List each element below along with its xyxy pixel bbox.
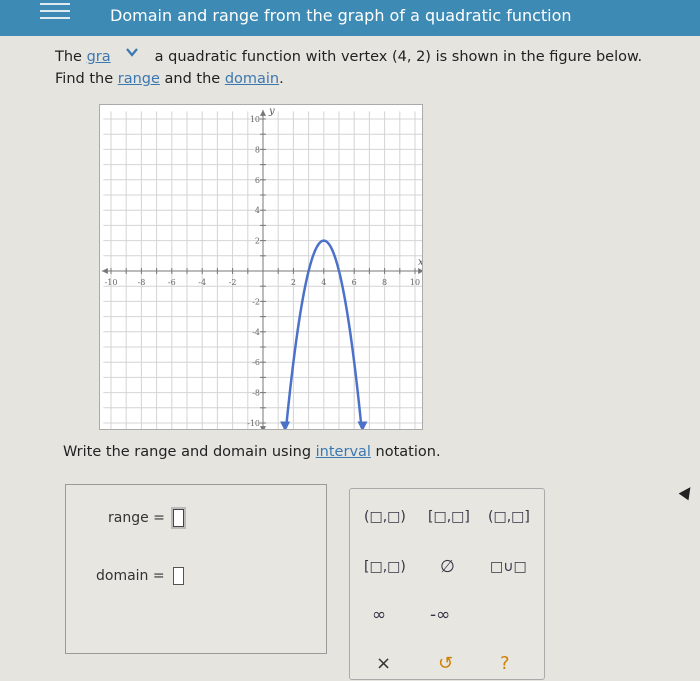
domain-input[interactable]	[173, 567, 185, 585]
key-union[interactable]: □∪□	[490, 559, 527, 575]
y-axis-label: y	[268, 106, 275, 117]
key-infinity[interactable]: ∞	[372, 605, 386, 625]
range-link[interactable]: range	[118, 71, 160, 87]
x-tick-label: 2	[291, 278, 296, 287]
key-empty-set[interactable]: ∅	[440, 557, 455, 577]
y-tick-label: -2	[252, 297, 260, 306]
chevron-down-icon	[126, 48, 138, 57]
key-closed-closed[interactable]: [□,□]	[428, 509, 470, 525]
instruction-post: notation.	[370, 444, 441, 460]
x-axis-arrow-left	[101, 268, 108, 274]
collapse-toggle[interactable]	[112, 44, 152, 66]
interval-link[interactable]: interval	[316, 444, 371, 460]
graph-panel: -10 -8 -6 -4 -2 2 4 6 8 10 10 8 6 4 2 -2 -4 -6 -8 -10 x y	[99, 104, 423, 430]
key-open-closed[interactable]: (□,□]	[488, 509, 530, 525]
domain-label: domain =	[96, 568, 165, 584]
y-tick-label: -8	[252, 389, 260, 398]
x-tick-label: 6	[352, 278, 357, 287]
y-tick-label: -4	[252, 328, 260, 337]
y-tick-label: 10	[250, 115, 260, 124]
y-tick-label: -10	[247, 419, 260, 428]
page-title: Domain and range from the graph of a qua…	[110, 6, 572, 25]
clear-icon[interactable]: ×	[376, 653, 391, 674]
y-tick-label: 6	[255, 176, 260, 185]
key-open-open[interactable]: (□,□)	[364, 509, 406, 525]
x-axis-label: x	[418, 257, 422, 268]
range-row: range =	[108, 509, 185, 527]
prompt-text-mid: a quadratic function with vertex (4, 2) …	[154, 49, 643, 65]
menu-icon[interactable]	[40, 3, 70, 24]
x-tick-label: 8	[382, 278, 387, 287]
x-axis-arrow-right	[418, 268, 422, 274]
range-label: range =	[108, 510, 165, 526]
x-tick-label: -6	[168, 278, 176, 287]
prompt-text-period: .	[279, 71, 284, 87]
prompt-text-pre: The	[55, 49, 87, 65]
key-closed-open[interactable]: [□,□)	[364, 559, 406, 575]
x-tick-label: -4	[198, 278, 206, 287]
header-bar: Domain and range from the graph of a qua…	[0, 0, 700, 36]
x-tick-label: -8	[138, 278, 146, 287]
domain-row: domain =	[96, 567, 185, 585]
y-axis-arrow-up	[260, 109, 266, 116]
y-tick-label: 4	[255, 206, 260, 215]
x-tick-label: -2	[229, 278, 237, 287]
math-keypad: (□,□) [□,□] (□,□] [□,□) ∅ □∪□ ∞ -∞ × ↺ ?	[349, 488, 545, 680]
curve-arrow-right	[357, 421, 368, 429]
y-tick-label: 8	[255, 145, 260, 154]
coordinate-graph: -10 -8 -6 -4 -2 2 4 6 8 10 10 8 6 4 2 -2 -4 -6 -8 -10 x y	[101, 106, 422, 429]
x-tick-label: 10	[410, 278, 420, 287]
answer-box: range = domain =	[65, 484, 327, 654]
key-neg-infinity[interactable]: -∞	[430, 605, 450, 625]
y-axis-arrow-down	[260, 426, 266, 429]
help-icon[interactable]: ?	[500, 653, 510, 674]
mouse-cursor-icon	[678, 483, 696, 501]
x-tick-label: -10	[105, 278, 118, 287]
range-input[interactable]	[173, 509, 185, 527]
prompt-link-graph[interactable]: gra	[87, 46, 111, 68]
x-tick-label: 4	[321, 278, 326, 287]
domain-link[interactable]: domain	[225, 71, 279, 87]
prompt-text-and: and the	[159, 71, 225, 87]
y-tick-label: 2	[255, 237, 260, 246]
prompt-text-find: Find the	[55, 71, 118, 87]
curve-arrow-left	[280, 421, 291, 429]
instruction-text: Write the range and domain using interva…	[63, 444, 441, 460]
y-tick-label: -6	[252, 358, 260, 367]
undo-icon[interactable]: ↺	[438, 653, 453, 674]
instruction-pre: Write the range and domain using	[63, 444, 316, 460]
